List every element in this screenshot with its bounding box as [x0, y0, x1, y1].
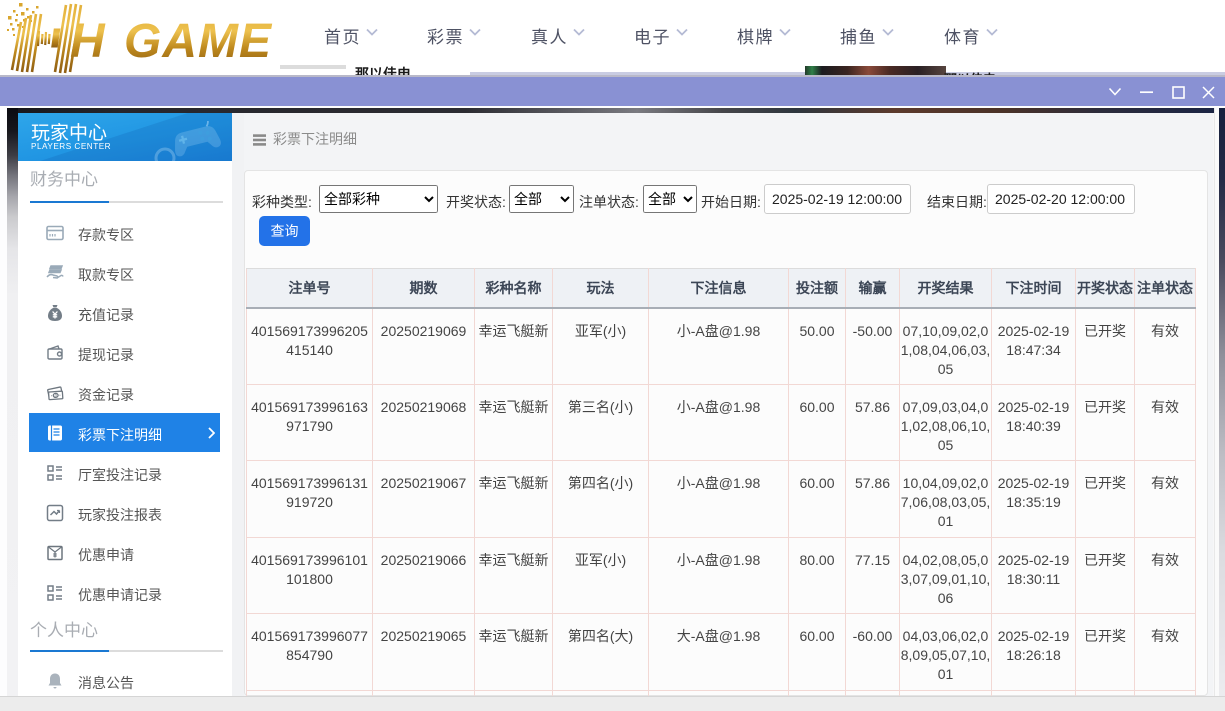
svg-text:H: H	[70, 15, 106, 68]
svg-text:GAME: GAME	[124, 15, 273, 68]
